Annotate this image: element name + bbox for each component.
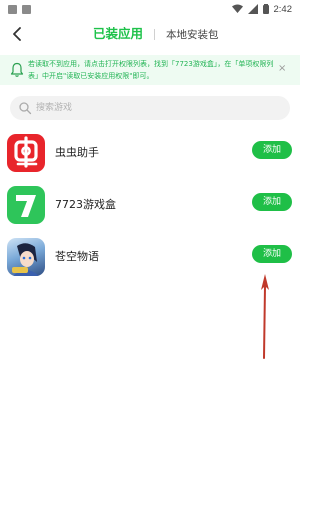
list-item: 7723游戏盒 添加 bbox=[0, 186, 300, 238]
status-left bbox=[8, 4, 31, 14]
back-button[interactable] bbox=[6, 23, 28, 45]
notification-icon bbox=[8, 4, 17, 14]
add-button[interactable]: 添加 bbox=[252, 141, 292, 159]
search-bar[interactable] bbox=[10, 96, 290, 120]
annotation-arrow-icon bbox=[261, 274, 269, 359]
image-icon bbox=[22, 4, 31, 14]
search-input[interactable] bbox=[36, 96, 276, 120]
wifi-icon bbox=[231, 4, 243, 13]
search-icon bbox=[19, 102, 32, 115]
header: 已装应用 本地安装包 bbox=[0, 18, 300, 50]
tab-divider bbox=[154, 29, 155, 40]
notice-text[interactable]: 若读取不到应用，请点击打开权限列表，找到「7723游戏盒」，在「单项权限列表」中… bbox=[28, 58, 276, 82]
status-time: 2:42 bbox=[273, 3, 293, 15]
tab-local-packages[interactable]: 本地安装包 bbox=[166, 27, 219, 43]
tab-installed-apps[interactable]: 已装应用 bbox=[93, 26, 143, 42]
list-item: 虫虫助手 添加 bbox=[0, 134, 300, 186]
permission-notice: 若读取不到应用，请点击打开权限列表，找到「7723游戏盒」，在「单项权限列表」中… bbox=[0, 55, 300, 85]
app-name: 7723游戏盒 bbox=[55, 198, 116, 211]
chevron-left-icon bbox=[13, 27, 21, 41]
app-icon-cangkong bbox=[7, 238, 45, 276]
signal-icon bbox=[247, 4, 258, 14]
status-right: 2:42 bbox=[231, 3, 293, 15]
add-button[interactable]: 添加 bbox=[252, 193, 292, 211]
bell-icon bbox=[10, 62, 24, 77]
app-name: 苍空物语 bbox=[55, 250, 99, 263]
close-icon[interactable]: × bbox=[278, 63, 286, 75]
app-icon-chongchong bbox=[7, 134, 45, 172]
add-button[interactable]: 添加 bbox=[252, 245, 292, 263]
app-icon-7723 bbox=[7, 186, 45, 224]
app-name: 虫虫助手 bbox=[55, 146, 99, 159]
status-bar: 2:42 bbox=[0, 0, 300, 18]
battery-icon bbox=[262, 4, 269, 14]
